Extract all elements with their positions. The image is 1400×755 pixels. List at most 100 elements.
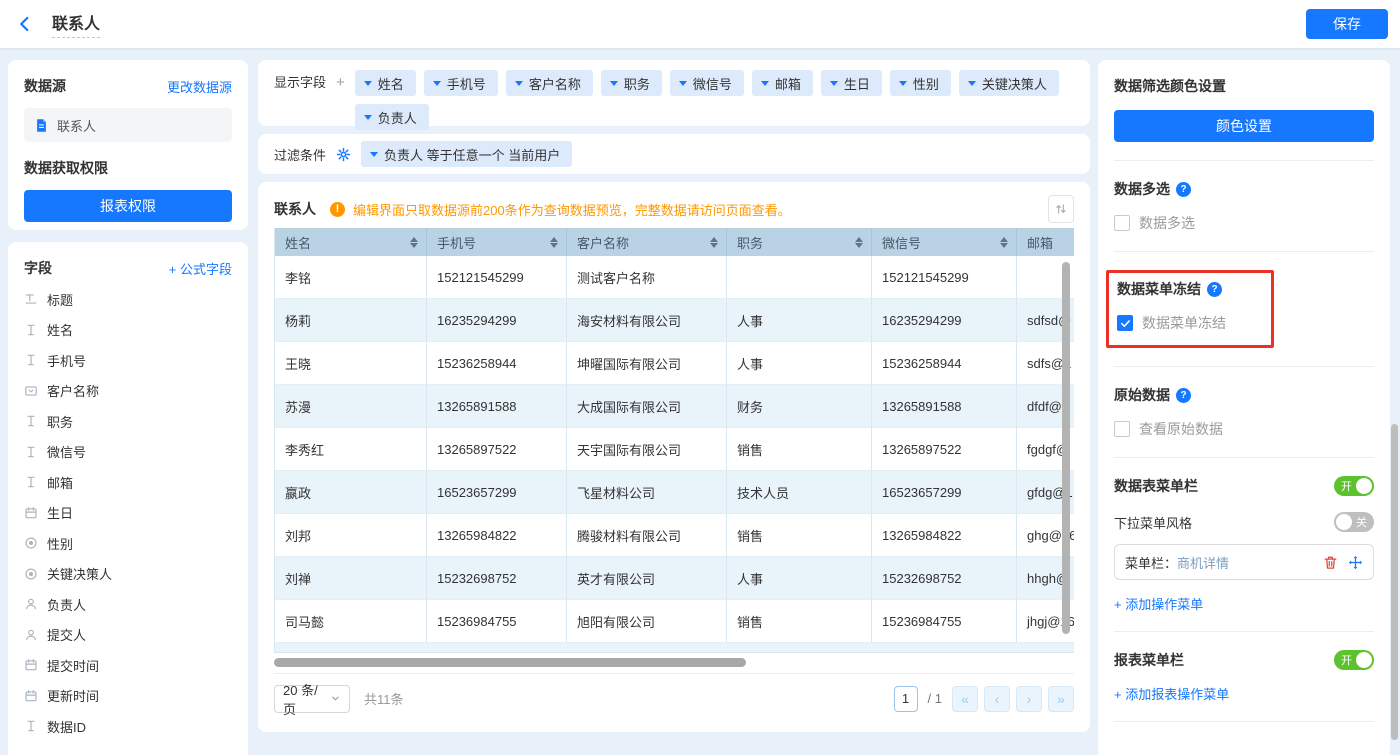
page-size-select[interactable]: 20 条/页 [274,685,350,713]
next-page-button[interactable]: › [1016,686,1042,712]
gear-icon[interactable] [336,147,351,162]
table-horizontal-scrollbar[interactable] [274,658,746,667]
field-item-birthday[interactable]: 生日 [24,498,232,529]
chip-birthday[interactable]: 生日 [821,70,882,96]
cell: 人事 [727,342,872,385]
table-row[interactable]: 杨莉16235294299海安材料有限公司人事16235294299sdfsd@ [275,299,1074,342]
report-menu-toggle[interactable]: 开 [1334,650,1374,670]
sort-arrows-icon[interactable] [1000,237,1008,248]
text-icon [24,414,38,428]
cell [727,256,872,299]
raw-data-title: 原始数据 ? [1114,385,1374,405]
cell: 15236984755 [872,600,1017,643]
field-item-submitter[interactable]: 提交人 [24,620,232,651]
chip-name[interactable]: 姓名 [355,70,416,96]
page-total: / 1 [928,691,942,706]
menu-item[interactable]: 菜单栏： 商机详情 [1114,544,1374,580]
table-menu-toggle[interactable]: 开 [1334,476,1374,496]
column-header-customer[interactable]: 客户名称 [567,228,727,256]
cell: 嬴政 [275,471,427,514]
column-header-email[interactable]: 邮箱 [1017,228,1074,256]
field-item-dataid[interactable]: 数据ID [24,711,232,742]
first-page-button[interactable]: « [952,686,978,712]
sort-arrows-icon[interactable] [855,237,863,248]
help-icon[interactable]: ? [1176,388,1191,403]
field-item-decisionmaker[interactable]: 关键决策人 [24,559,232,590]
table-row[interactable]: 李秀红13265897522天宇国际有限公司销售13265897522fgdgf… [275,428,1074,471]
prev-page-button[interactable]: ‹ [984,686,1010,712]
column-header-phone[interactable]: 手机号 [427,228,567,256]
table-row[interactable]: 刘邦13265984822腾骏材料有限公司销售13265984822ghg@16 [275,514,1074,557]
field-item-gender[interactable]: 性别 [24,528,232,559]
datasource-item[interactable]: 联系人 [24,108,232,142]
move-icon[interactable] [1348,555,1363,570]
chip-gender[interactable]: 性别 [890,70,951,96]
table-row[interactable]: 司马懿15236984755旭阳有限公司销售15236984755jhgj@16 [275,600,1074,643]
multi-select-checkbox[interactable] [1114,215,1130,231]
table-row[interactable]: 嬴政16523657299飞星材料公司技术人员16523657299gfdg@1 [275,471,1074,514]
table-row[interactable]: 刘禅15232698752英才有限公司人事15232698752hhgh@ [275,557,1074,600]
field-item-name[interactable]: 姓名 [24,315,232,346]
dropdown-style-toggle[interactable]: 关 [1334,512,1374,532]
freeze-checkbox[interactable] [1117,315,1133,331]
column-header-wechat[interactable]: 微信号 [872,228,1017,256]
report-permission-button[interactable]: 报表权限 [24,190,232,222]
field-item-job[interactable]: 职务 [24,406,232,437]
sort-arrows-icon[interactable] [710,237,718,248]
chip-customer[interactable]: 客户名称 [506,70,593,96]
sort-order-button[interactable] [1048,195,1074,223]
chip-decisionmaker[interactable]: 关键决策人 [959,70,1059,96]
add-display-field-button[interactable]: + [336,70,345,130]
add-formula-field-link[interactable]: + 公式字段 [169,259,232,278]
text-icon [24,475,38,489]
table-row[interactable]: 李铭152121545299测试客户名称152121545299 [275,256,1074,299]
change-datasource-link[interactable]: 更改数据源 [167,77,232,96]
back-button[interactable] [12,11,38,37]
field-item-phone[interactable]: 手机号 [24,345,232,376]
save-button[interactable]: 保存 [1306,9,1388,39]
datasource-panel: 数据源 更改数据源 联系人 数据获取权限 报表权限 [8,60,248,230]
field-item-owner[interactable]: 负责人 [24,589,232,620]
help-icon[interactable]: ? [1207,282,1222,297]
chip-phone[interactable]: 手机号 [424,70,498,96]
column-header-name[interactable]: 姓名 [275,228,427,256]
field-item-wechat[interactable]: 微信号 [24,437,232,468]
cell: 16235294299 [872,299,1017,342]
permission-title: 数据获取权限 [24,158,232,178]
page-vertical-scrollbar[interactable] [1391,424,1398,740]
raw-data-checkbox[interactable] [1114,421,1130,437]
cell: 16523657299 [872,471,1017,514]
toggle-knob [1336,514,1352,530]
cell: 人事 [727,299,872,342]
filter-condition-chip[interactable]: 负责人 等于任意一个 当前用户 [361,141,572,167]
page-number-input[interactable]: 1 [894,686,918,712]
divider [1114,721,1374,722]
column-header-job[interactable]: 职务 [727,228,872,256]
calendar-icon [24,506,38,520]
multi-select-title: 数据多选 ? [1114,179,1374,199]
chip-job[interactable]: 职务 [601,70,662,96]
last-page-button[interactable]: » [1048,686,1074,712]
table-vertical-scrollbar[interactable] [1062,262,1070,634]
field-item-title[interactable]: 标题 [24,284,232,315]
field-item-email[interactable]: 邮箱 [24,467,232,498]
chip-email[interactable]: 邮箱 [752,70,813,96]
display-fields-label: 显示字段 [274,70,326,130]
color-setting-button[interactable]: 颜色设置 [1114,110,1374,142]
sort-arrows-icon[interactable] [550,237,558,248]
field-item-submit-time[interactable]: 提交时间 [24,650,232,681]
trash-icon[interactable] [1323,555,1338,570]
help-icon[interactable]: ? [1176,182,1191,197]
field-item-update-time[interactable]: 更新时间 [24,681,232,712]
field-item-customer[interactable]: 客户名称 [24,376,232,407]
field-label: 更新时间 [47,686,99,705]
table-row[interactable]: 王晓15236258944坤曜国际有限公司人事15236258944sdfs@1 [275,342,1074,385]
chip-owner[interactable]: 负责人 [355,104,429,130]
table-warning-text: 编辑界面只取数据源前200条作为查询数据预览，完整数据请访问页面查看。 [353,200,791,219]
table-row[interactable]: 苏漫13265891588大成国际有限公司财务13265891588dfdf@1 [275,385,1074,428]
add-report-menu-link[interactable]: + 添加报表操作菜单 [1114,684,1374,703]
add-action-menu-link[interactable]: + 添加操作菜单 [1114,594,1374,613]
chip-wechat[interactable]: 微信号 [670,70,744,96]
cell: 13265891588 [427,385,567,428]
sort-arrows-icon[interactable] [410,237,418,248]
